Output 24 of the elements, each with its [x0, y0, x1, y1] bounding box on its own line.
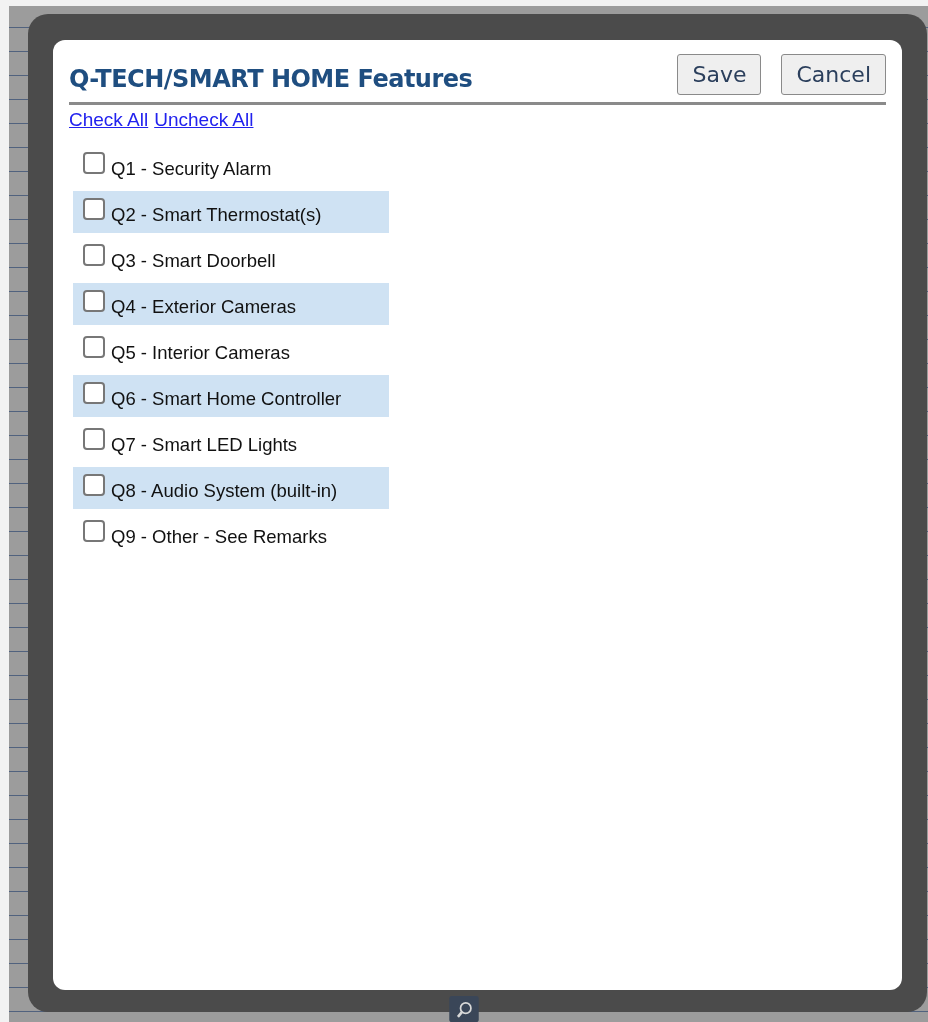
feature-label: Q8 - Audio System (built-in): [111, 479, 338, 502]
feature-label: Q7 - Smart LED Lights: [111, 433, 298, 456]
checkbox[interactable]: [83, 520, 105, 542]
cancel-button[interactable]: Cancel: [781, 54, 886, 95]
checkbox[interactable]: [83, 336, 105, 358]
feature-label: Q1 - Security Alarm: [111, 157, 272, 180]
checkbox[interactable]: [83, 290, 105, 312]
checkbox[interactable]: [83, 244, 105, 266]
checkbox[interactable]: [83, 474, 105, 496]
check-all-link[interactable]: Check All: [69, 109, 149, 131]
checkbox[interactable]: [83, 382, 105, 404]
search-icon[interactable]: [447, 996, 481, 1022]
feature-label: Q9 - Other - See Remarks: [111, 525, 327, 548]
checkbox[interactable]: [83, 198, 105, 220]
dialog-title: Q-TECH/SMART HOME Features: [69, 63, 473, 93]
checkbox[interactable]: [83, 428, 105, 450]
checkbox[interactable]: [83, 152, 105, 174]
save-button[interactable]: Save: [677, 54, 762, 95]
feature-label: Q6 - Smart Home Controller: [111, 387, 342, 410]
feature-label: Q3 - Smart Doorbell: [111, 249, 276, 272]
feature-label: Q4 - Exterior Cameras: [111, 295, 297, 318]
feature-label: Q5 - Interior Cameras: [111, 341, 290, 364]
uncheck-all-link[interactable]: Uncheck All: [154, 109, 254, 131]
feature-label: Q2 - Smart Thermostat(s): [111, 203, 322, 226]
